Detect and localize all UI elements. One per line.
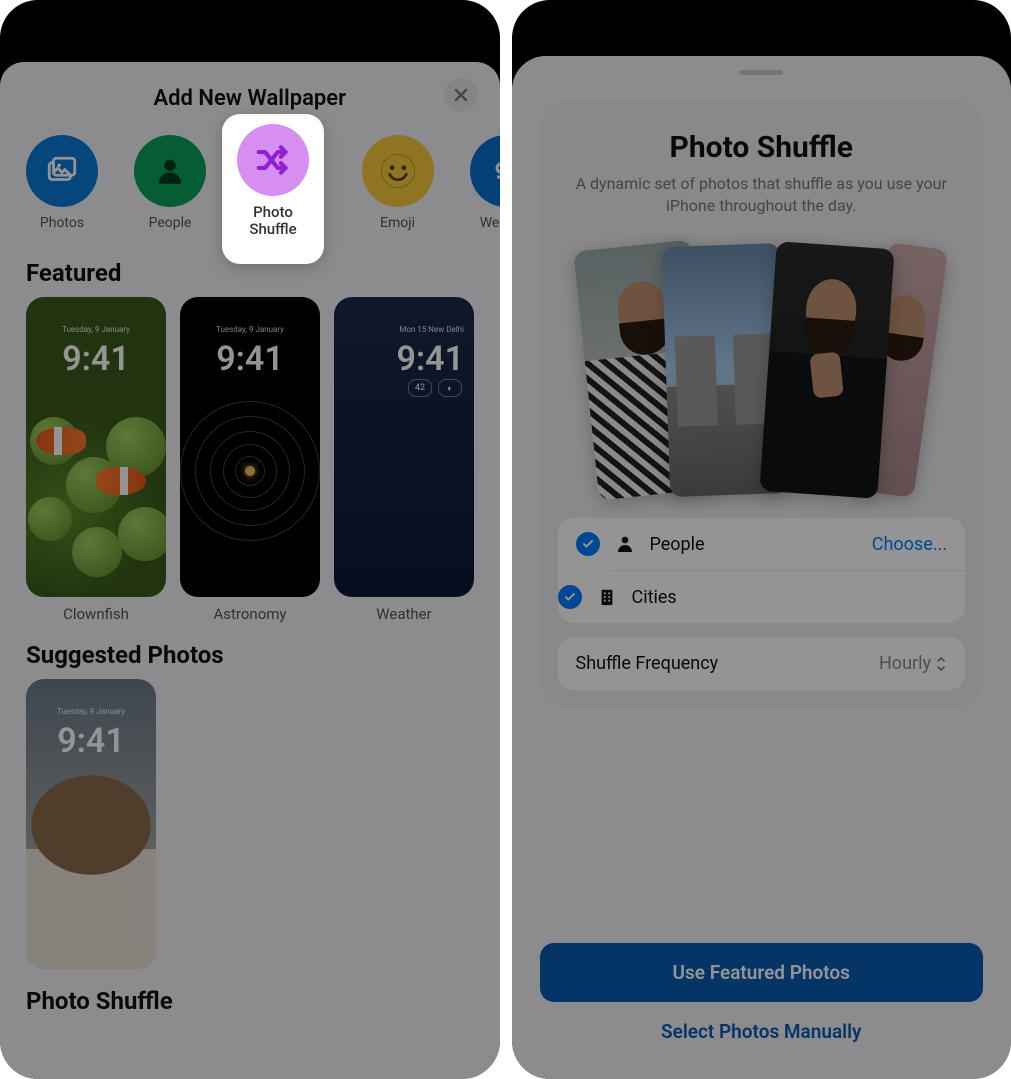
checkmark-icon <box>576 532 600 556</box>
weather-icon <box>470 135 500 207</box>
category-emoji[interactable]: Emoji <box>362 135 434 231</box>
sheet-title: Add New Wallpaper <box>0 86 500 111</box>
featured-label: Astronomy <box>213 605 286 623</box>
photos-icon <box>26 135 98 207</box>
preview-date: Tuesday, 9 January <box>26 707 156 716</box>
wallpaper-preview: Tuesday, 9 January 9:41 <box>180 297 320 597</box>
preview-fan <box>558 240 966 500</box>
wallpaper-preview: Mon 15 New Delhi 9:41 42 ◐ <box>334 297 474 597</box>
weather-badges: 42 ◐ <box>408 379 462 397</box>
preview-time: 9:41 <box>180 339 320 379</box>
use-featured-button[interactable]: Use Featured Photos <box>540 943 984 1002</box>
preview-time: 9:41 <box>26 721 156 761</box>
emoji-icon <box>362 135 434 207</box>
person-icon <box>614 534 636 554</box>
category-label: Photos <box>40 215 84 231</box>
preview-date: Mon 15 New Delhi <box>334 325 474 334</box>
option-cities[interactable]: Cities <box>610 570 966 623</box>
category-label: Emoji <box>380 215 415 231</box>
featured-label: Weather <box>376 605 431 623</box>
category-people[interactable]: People <box>134 135 206 231</box>
phone-left: Add New Wallpaper Photos People Photo Sh… <box>0 0 500 1079</box>
category-photos[interactable]: Photos <box>26 135 98 231</box>
phone-right: Photo Shuffle A dynamic set of photos th… <box>512 0 1011 1079</box>
preview-time: 9:41 <box>26 339 166 379</box>
suggested-item[interactable]: Tuesday, 9 January 9:41 <box>26 679 156 969</box>
close-button[interactable] <box>444 78 478 112</box>
photo-shuffle-modal: Photo Shuffle A dynamic set of photos th… <box>540 100 984 708</box>
category-label: Photo Shuffle <box>249 204 296 239</box>
featured-item-astronomy[interactable]: Tuesday, 9 January 9:41 Astronomy <box>180 297 320 623</box>
option-label: Cities <box>632 587 948 608</box>
people-icon <box>134 135 206 207</box>
close-icon <box>454 88 468 102</box>
modal-subtitle: A dynamic set of photos that shuffle as … <box>558 173 966 216</box>
preview-time: 9:41 <box>334 339 474 379</box>
frequency-group: Shuffle Frequency Hourly <box>558 637 966 690</box>
preview-date: Tuesday, 9 January <box>180 325 320 334</box>
building-icon <box>596 587 618 607</box>
select-manually-button[interactable]: Select Photos Manually <box>540 1002 984 1061</box>
section-suggested-heading: Suggested Photos <box>0 623 500 679</box>
featured-label: Clownfish <box>63 605 129 623</box>
section-shuffle-heading: Photo Shuffle <box>0 969 500 1025</box>
category-weather[interactable]: Weather <box>470 135 500 231</box>
featured-row[interactable]: Tuesday, 9 January 9:41 Clownfish Tuesda… <box>0 297 500 623</box>
option-people[interactable]: People Choose... <box>558 518 966 570</box>
category-label: Weather <box>480 215 500 231</box>
category-shuffle-highlight[interactable]: Photo Shuffle <box>222 114 324 264</box>
suggested-row: Tuesday, 9 January 9:41 <box>0 679 500 969</box>
frequency-value: Hourly <box>879 653 947 674</box>
featured-item-clownfish[interactable]: Tuesday, 9 January 9:41 Clownfish <box>26 297 166 623</box>
frequency-label: Shuffle Frequency <box>576 653 719 674</box>
fan-photo-3 <box>760 241 895 499</box>
shuffle-options: People Choose... Cities <box>558 518 966 623</box>
choose-link[interactable]: Choose... <box>872 534 947 555</box>
featured-item-weather[interactable]: Mon 15 New Delhi 9:41 42 ◐ Weather <box>334 297 474 623</box>
bottom-buttons: Use Featured Photos Select Photos Manual… <box>540 943 984 1061</box>
category-label: People <box>149 215 192 231</box>
shuffle-frequency-row[interactable]: Shuffle Frequency Hourly <box>558 637 966 690</box>
wallpaper-preview: Tuesday, 9 January 9:41 <box>26 297 166 597</box>
shuffle-icon <box>237 124 309 196</box>
option-label: People <box>650 534 858 555</box>
modal-title: Photo Shuffle <box>558 130 966 165</box>
checkmark-icon <box>558 585 582 609</box>
drag-handle[interactable] <box>739 70 783 75</box>
chevrons-icon <box>935 655 947 673</box>
preview-date: Tuesday, 9 January <box>26 325 166 334</box>
